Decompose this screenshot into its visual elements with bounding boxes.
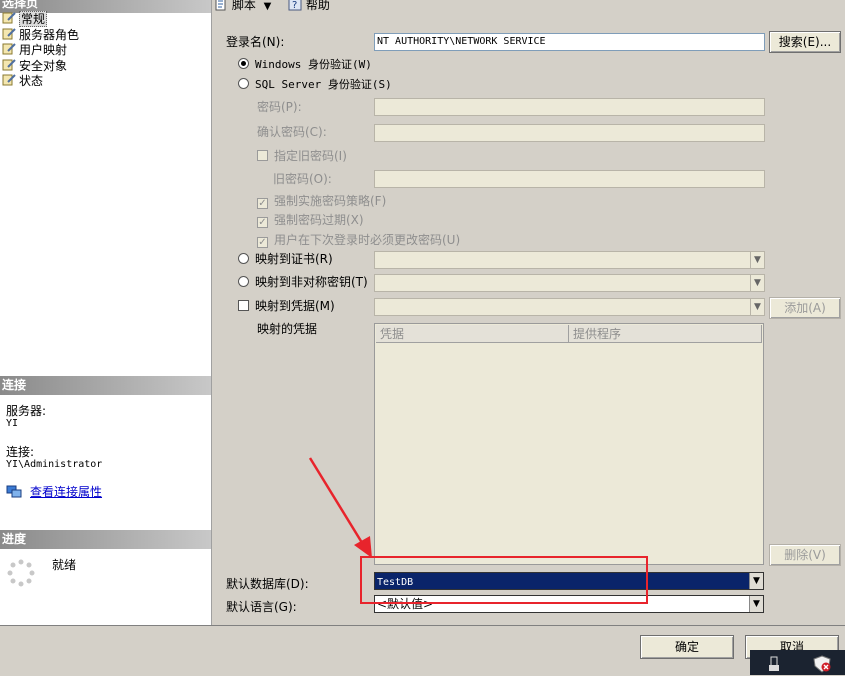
usb-device-icon[interactable]: [768, 656, 780, 672]
map-asymmetric-key-option[interactable]: 映射到非对称密钥(T): [238, 274, 368, 290]
map-asymmetric-key-radio[interactable]: [238, 276, 249, 287]
sql-auth-radio[interactable]: [238, 78, 249, 89]
server-value: YI: [6, 418, 19, 429]
default-language-label: 默认语言(G):: [226, 600, 297, 614]
left-pane: 选择页 常规 服务器角色 用户映射 安全对象 状态 连接 服务器: YI 连接:…: [0, 0, 212, 625]
old-password-input[interactable]: [374, 170, 765, 188]
nav-item-user-mapping[interactable]: 用户映射: [2, 43, 67, 58]
connection-value: YI\Administrator: [6, 459, 103, 470]
windows-auth-option[interactable]: Windows 身份验证(W): [238, 56, 372, 73]
script-dropdown-arrow-icon[interactable]: ▼: [264, 1, 272, 12]
must-change-label: 用户在下次登录时必须更改密码(U): [274, 233, 461, 247]
map-credential-label: 映射到凭据(M): [255, 299, 335, 313]
map-credential-checkbox[interactable]: [238, 300, 249, 311]
login-name-input[interactable]: NT AUTHORITY\NETWORK SERVICE: [374, 33, 765, 51]
confirm-password-label: 确认密码(C):: [257, 125, 327, 139]
chevron-down-icon[interactable]: ▼: [749, 596, 763, 612]
progress-status: 就绪: [52, 558, 77, 572]
ok-button[interactable]: 确定: [640, 635, 734, 659]
certificate-combo[interactable]: ▼: [374, 251, 765, 269]
add-credential-button[interactable]: 添加(A): [769, 297, 841, 319]
nav-item-general[interactable]: 常规: [2, 11, 48, 27]
asymmetric-key-combo[interactable]: ▼: [374, 274, 765, 292]
annotation-highlight-box: [360, 556, 648, 604]
page-wrench-icon: [2, 59, 16, 71]
enforce-expiration-option[interactable]: ✓ 强制密码过期(X): [257, 212, 364, 228]
script-label: 脚本: [231, 0, 256, 12]
svg-text:?: ?: [292, 0, 297, 11]
nav-item-label: 安全对象: [19, 59, 68, 73]
enforce-policy-checkbox[interactable]: ✓: [257, 198, 268, 209]
specify-old-password-checkbox[interactable]: [257, 150, 268, 161]
grid-column-credential[interactable]: 凭据: [376, 325, 569, 343]
confirm-password-input[interactable]: [374, 124, 765, 142]
credential-combo[interactable]: ▼: [374, 298, 765, 316]
login-name-label: 登录名(N):: [226, 35, 285, 49]
search-button[interactable]: 搜索(E)...: [769, 31, 841, 53]
enforce-policy-option[interactable]: ✓ 强制实施密码策略(F): [257, 193, 386, 209]
enforce-expiration-checkbox[interactable]: ✓: [257, 217, 268, 228]
windows-auth-label: Windows 身份验证(W): [255, 58, 372, 71]
page-wrench-icon: [2, 74, 16, 86]
progress-header: 进度: [0, 530, 211, 549]
view-connection-properties[interactable]: 查看连接属性: [6, 484, 102, 500]
chevron-down-icon[interactable]: ▼: [750, 275, 764, 291]
nav-item-status[interactable]: 状态: [2, 74, 43, 89]
enforce-policy-label: 强制实施密码策略(F): [274, 194, 387, 208]
sql-auth-label: SQL Server 身份验证(S): [255, 78, 392, 91]
enforce-expiration-label: 强制密码过期(X): [274, 213, 364, 227]
page-wrench-icon: [2, 28, 16, 40]
must-change-option[interactable]: ✓ 用户在下次登录时必须更改密码(U): [257, 232, 460, 248]
chevron-down-icon[interactable]: ▼: [749, 573, 763, 589]
must-change-checkbox[interactable]: ✓: [257, 237, 268, 248]
script-button[interactable]: 脚本 ▼: [214, 0, 271, 13]
help-icon: ?: [288, 0, 302, 11]
connection-header: 连接: [0, 376, 211, 395]
view-connection-properties-link[interactable]: 查看连接属性: [30, 485, 102, 499]
help-button[interactable]: ? 帮助: [288, 0, 330, 13]
windows-auth-radio[interactable]: [238, 58, 249, 69]
nav-item-label: 用户映射: [19, 43, 68, 57]
map-certificate-label: 映射到证书(R): [255, 252, 333, 266]
specify-old-password-label: 指定旧密码(I): [274, 149, 347, 163]
password-label: 密码(P):: [257, 100, 302, 114]
sql-auth-option[interactable]: SQL Server 身份验证(S): [238, 76, 392, 93]
chevron-down-icon[interactable]: ▼: [750, 299, 764, 315]
old-password-label: 旧密码(O):: [273, 172, 332, 186]
nav-item-label: 状态: [19, 74, 44, 88]
server-properties-icon: [6, 485, 22, 498]
nav-item-securables[interactable]: 安全对象: [2, 59, 67, 74]
grid-column-provider[interactable]: 提供程序: [569, 325, 762, 343]
progress-spinner-icon: [7, 559, 35, 587]
map-credential-option[interactable]: 映射到凭据(M): [238, 298, 335, 314]
password-input[interactable]: [374, 98, 765, 116]
security-shield-icon[interactable]: [812, 655, 832, 673]
script-icon: [215, 0, 226, 11]
specify-old-password-option[interactable]: 指定旧密码(I): [257, 148, 347, 164]
map-asymmetric-key-label: 映射到非对称密钥(T): [255, 275, 368, 289]
mapped-credentials-grid[interactable]: 凭据 提供程序: [374, 323, 764, 565]
mapped-credentials-label: 映射的凭据: [257, 322, 318, 336]
map-certificate-radio[interactable]: [238, 253, 249, 264]
toolbar: 脚本 ▼ ? 帮助: [212, 0, 845, 15]
nav-item-label: 服务器角色: [19, 28, 80, 42]
taskbar-tray: [750, 650, 845, 675]
nav-item-label: 常规: [19, 11, 48, 27]
chevron-down-icon[interactable]: ▼: [750, 252, 764, 268]
page-wrench-icon: [2, 43, 16, 55]
annotation-arrow-icon: [308, 457, 372, 558]
default-database-label: 默认数据库(D):: [226, 577, 309, 591]
map-certificate-option[interactable]: 映射到证书(R): [238, 251, 333, 267]
help-label: 帮助: [305, 0, 330, 12]
page-wrench-icon: [2, 12, 16, 24]
nav-item-server-roles[interactable]: 服务器角色: [2, 28, 79, 43]
remove-credential-button[interactable]: 删除(V): [769, 544, 841, 566]
